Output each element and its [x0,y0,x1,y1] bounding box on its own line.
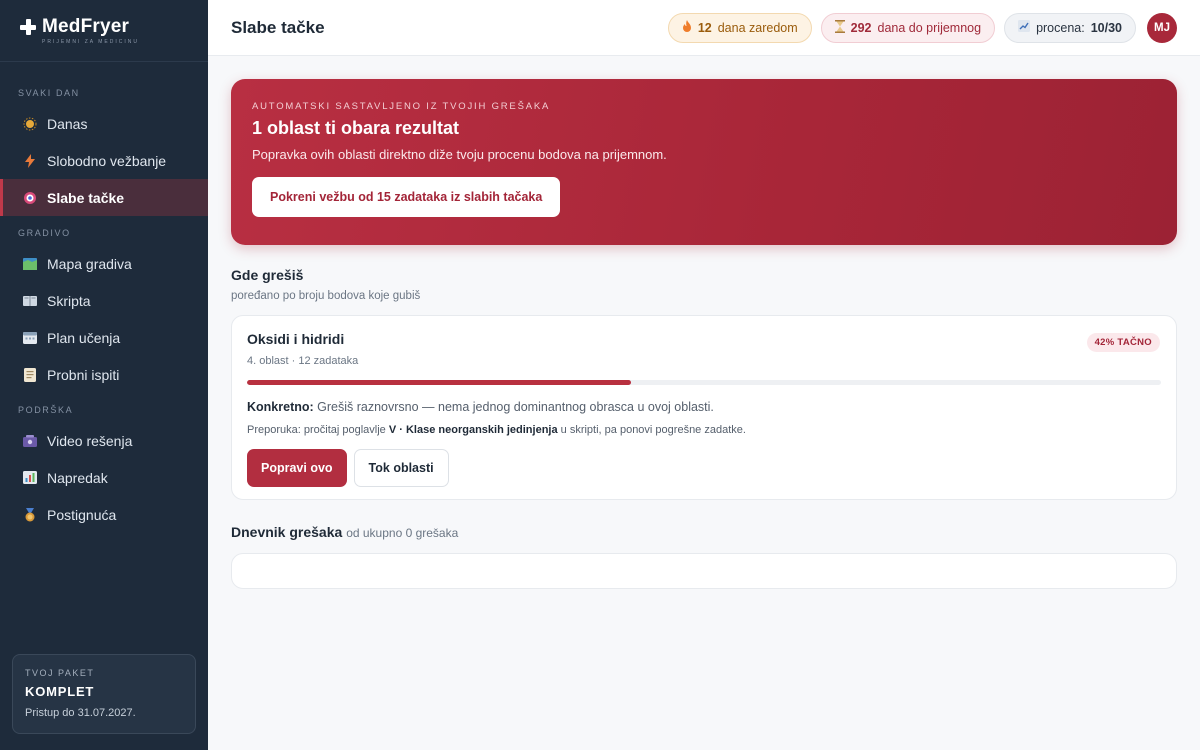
package-access: Pristup do 31.07.2027. [25,707,136,719]
accuracy-badge: 42% TAČNO [1086,333,1160,352]
sidebar-item-probni-ispiti[interactable]: Probni ispiti [0,356,208,393]
sidebar-item-label: Plan učenja [47,329,121,346]
error-log-subtitle: od ukupno 0 grešaka [346,526,459,540]
score-badge: procena: 10/30 [1004,12,1136,43]
calendar-icon [22,330,37,345]
sidebar: MedFryer prijemni za medicinu Svaki dan … [0,0,208,750]
page-title: Slabe tačke [231,17,325,37]
target-icon [22,190,37,205]
accuracy-bar-fill [247,380,631,385]
sidebar-item-danas[interactable]: Danas [0,105,208,142]
trend-icon [1018,20,1031,35]
score-label: procena: [1036,20,1085,35]
weak-spots-subtitle: poređano po broju bodova koje gubiš [231,290,421,302]
hero-title: 1 oblast ti obara rezultat [252,118,460,138]
sidebar-item-skripta[interactable]: Skripta [0,282,208,319]
sidebar-item-label: Danas [47,115,88,132]
hero-banner: Automatski sastavljeno iz tvojih grešaka… [231,79,1177,245]
hourglass-icon [834,19,845,36]
sidebar-item-label: Video rešenja [47,432,133,449]
error-log-heading: Dnevnik grešaka od ukupno 0 grešaka [231,524,1177,540]
sidebar-item-label: Postignuća [47,506,117,523]
sidebar-item-slabe-tacke[interactable]: Slabe tačke [0,179,208,216]
sidebar-item-label: Slabe tačke [47,189,125,206]
card-actions: Popravi ovo Tok oblasti [247,449,1161,487]
detail-label: Konkretno: [247,400,314,414]
error-log-title: Dnevnik grešaka [231,524,343,540]
package-label: Tvoj paket [25,668,95,678]
sidebar-item-postignuca[interactable]: Postignuća [0,496,208,533]
sidebar-item-label: Slobodno vežbanje [47,152,167,169]
weak-spot-recommendation: Preporuka: pročitaj poglavlje V · Klase … [247,424,1161,436]
section-label-gradivo: Gradivo [18,228,71,238]
days-left-text: dana do prijemnog [877,20,982,35]
days-left-badge: 292 dana do prijemnog [820,12,996,43]
reco-chapter: V · Klase neorganskih jedinjenja [388,424,558,436]
brand-name: MedFryer [42,16,130,37]
area-flow-button[interactable]: Tok oblasti [353,449,449,487]
weak-spot-title: Oksidi i hidridi [247,331,345,347]
package-name: KOMPLET [25,684,95,699]
sidebar-item-label: Skripta [47,292,91,309]
sidebar-item-plan-ucenja[interactable]: Plan učenja [0,319,208,356]
sidebar-item-label: Mapa gradiva [47,255,132,272]
chart-icon [22,470,37,485]
fix-this-button[interactable]: Popravi ovo [247,449,347,487]
avatar[interactable]: MJ [1147,12,1177,43]
streak-badge: 12 dana zaredom [667,12,812,43]
section-label-podrska: Podrška [18,405,74,415]
document-icon [22,367,37,382]
sidebar-item-mapa-gradiva[interactable]: Mapa gradiva [0,245,208,282]
start-practice-button[interactable]: Pokreni vežbu od 15 zadataka iz slabih t… [252,177,561,217]
weak-spot-card: Oksidi i hidridi 4. oblast · 12 zadataka… [231,315,1177,500]
score-value: 10/30 [1090,20,1122,35]
brand-tagline: prijemni za medicinu [42,39,139,45]
lightning-icon [22,153,37,168]
main: Slabe tačke 12 dana zaredom 292 dana do … [208,0,1200,750]
brand[interactable]: MedFryer prijemni za medicinu [0,0,208,62]
reco-prefix: Preporuka: pročitaj poglavlje [247,424,386,436]
hero-subtitle: Popravka ovih oblasti direktno diže tvoj… [252,147,667,162]
streak-text: dana zaredom [717,20,798,35]
sidebar-item-video-resenja[interactable]: Video rešenja [0,422,208,459]
sidebar-item-label: Napredak [47,469,108,486]
map-icon [22,256,37,271]
detail-text: Grešiš raznovrsno — nema jednog dominant… [317,400,714,414]
streak-count: 12 [697,20,712,35]
sidebar-item-napredak[interactable]: Napredak [0,459,208,496]
video-icon [22,433,37,448]
hero-kicker: Automatski sastavljeno iz tvojih grešaka [252,101,551,112]
reco-suffix: u skripti, pa ponovi pogrešne zadatke. [560,424,746,436]
book-icon [22,293,37,308]
sun-icon [22,116,37,131]
sidebar-item-label: Probni ispiti [47,366,120,383]
fire-icon [682,19,692,36]
sidebar-item-slobodno-vezbanje[interactable]: Slobodno vežbanje [0,142,208,179]
section-label-daily: Svaki dan [18,88,80,98]
error-log-list [231,553,1177,589]
medal-icon [22,507,37,522]
weak-spot-detail: Konkretno: Grešiš raznovrsno — nema jedn… [247,400,1161,414]
package-card: Tvoj paket KOMPLET Pristup do 31.07.2027… [12,654,196,734]
days-left-count: 292 [850,20,872,35]
weak-spots-title: Gde grešiš [231,267,304,283]
topbar: Slabe tačke 12 dana zaredom 292 dana do … [208,0,1200,56]
content: Automatski sastavljeno iz tvojih grešaka… [208,56,1200,589]
weak-spot-meta: 4. oblast · 12 zadataka [247,355,359,367]
plus-logo-icon [20,19,36,35]
accuracy-bar [247,380,1161,385]
